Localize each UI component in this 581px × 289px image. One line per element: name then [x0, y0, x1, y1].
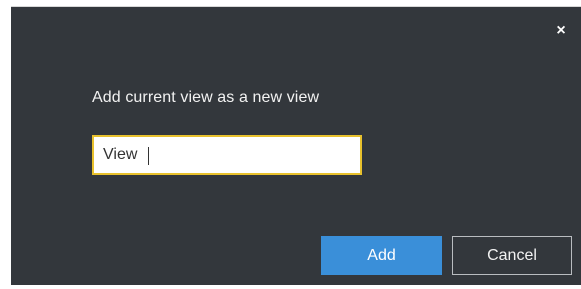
- cancel-button[interactable]: Cancel: [452, 236, 572, 275]
- dialog-prompt: Add current view as a new view: [92, 89, 320, 106]
- add-view-dialog: × Add current view as a new view Add Can…: [11, 6, 581, 285]
- close-icon[interactable]: ×: [553, 23, 569, 39]
- text-caret: [148, 147, 149, 165]
- add-button[interactable]: Add: [321, 236, 442, 275]
- view-name-input[interactable]: [92, 135, 362, 175]
